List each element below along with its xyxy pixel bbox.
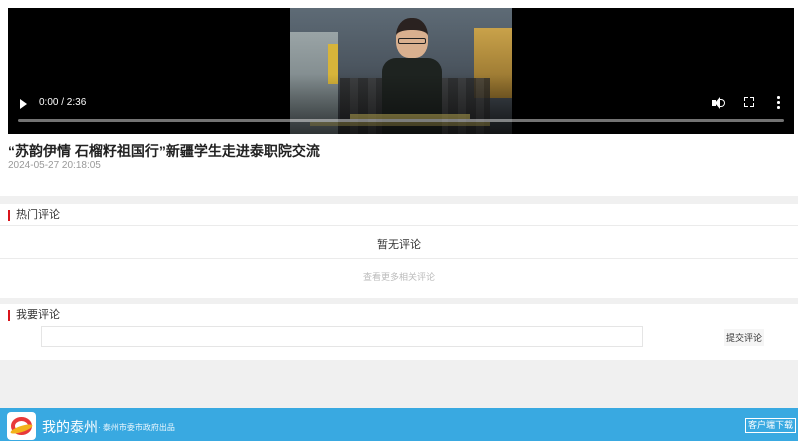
video-time: 0:00 / 2:36 bbox=[39, 97, 87, 108]
app-publisher: · 泰州市委市政府出品 bbox=[98, 423, 175, 432]
more-options-icon[interactable] bbox=[776, 96, 780, 109]
no-comments-text: 暂无评论 bbox=[377, 239, 421, 251]
app-logo-icon[interactable] bbox=[7, 412, 36, 440]
page: 0:00 / 2:36 “苏韵伊情 石榴籽祖国行”新疆学生走进泰职院交流 202… bbox=[0, 0, 798, 441]
my-comment-heading: 我要评论 bbox=[8, 310, 60, 321]
more-comments-link[interactable]: 查看更多相关评论 bbox=[0, 270, 798, 283]
divider bbox=[0, 258, 798, 259]
fullscreen-icon[interactable] bbox=[744, 97, 754, 107]
my-comment-section: 我要评论 提交评论 bbox=[0, 304, 798, 360]
article-title: “苏韵伊情 石榴籽祖国行”新疆学生走进泰职院交流 bbox=[8, 143, 320, 159]
volume-icon[interactable] bbox=[712, 97, 726, 109]
video-progress-bar[interactable] bbox=[18, 119, 784, 122]
article-date: 2024-05-27 20:18:05 bbox=[8, 160, 101, 171]
divider bbox=[0, 225, 798, 226]
hot-comments-section: 热门评论 暂无评论 查看更多相关评论 bbox=[0, 204, 798, 298]
app-footer-banner: 我的泰州 · 泰州市委市政府出品 客户端下载 bbox=[0, 408, 798, 441]
hot-comments-heading: 热门评论 bbox=[8, 210, 60, 221]
submit-comment-button[interactable]: 提交评论 bbox=[724, 329, 765, 346]
app-name: 我的泰州 bbox=[42, 419, 98, 435]
article-header: 0:00 / 2:36 “苏韵伊情 石榴籽祖国行”新疆学生走进泰职院交流 202… bbox=[0, 0, 798, 196]
comment-input[interactable] bbox=[41, 326, 643, 347]
download-app-button[interactable]: 客户端下载 bbox=[745, 418, 797, 433]
video-player[interactable]: 0:00 / 2:36 bbox=[8, 8, 794, 134]
play-icon[interactable] bbox=[20, 99, 27, 109]
